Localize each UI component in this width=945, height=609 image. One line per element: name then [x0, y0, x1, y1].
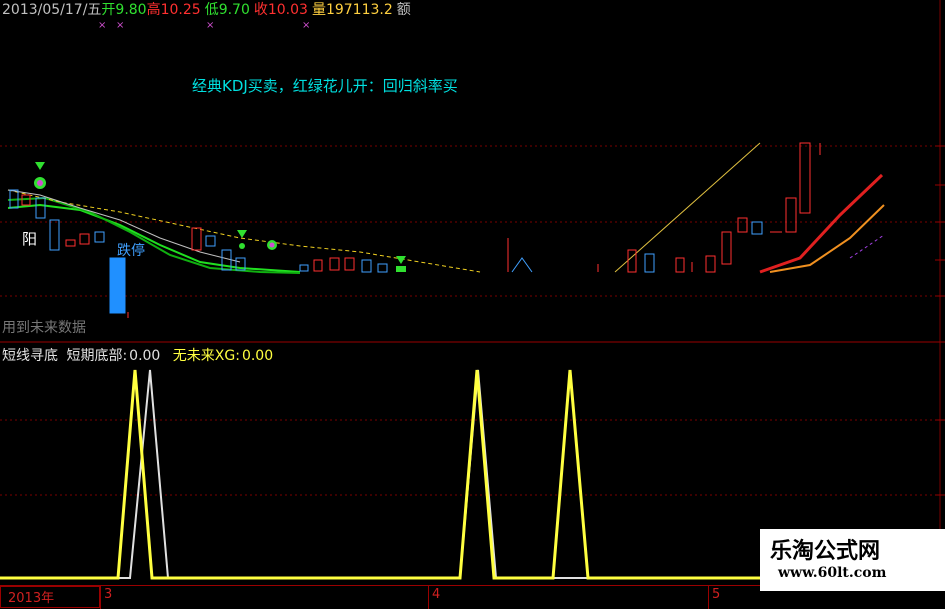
candle — [65, 239, 76, 247]
month-tick-4: 4 — [432, 587, 441, 602]
low-label: 低 — [204, 2, 219, 18]
candle — [329, 257, 340, 271]
down-arrow-icon — [237, 230, 247, 238]
candle — [627, 249, 637, 273]
yang-label: 阳 — [22, 230, 38, 248]
candle — [785, 197, 797, 233]
ma-green-1 — [7, 203, 301, 273]
open-value: 9.80 — [115, 2, 147, 18]
down-arrow-icon — [35, 162, 45, 170]
signal-markers — [34, 162, 406, 272]
candle — [94, 231, 105, 243]
month-tick-3: 3 — [104, 587, 113, 602]
candle — [644, 253, 655, 273]
formula-title: 经典KDJ买卖，红绿花儿开：回归斜率买 — [192, 77, 458, 95]
amount-label: 额 — [396, 2, 411, 18]
candle — [751, 221, 763, 235]
quote-header: 2013/05/17/五开9.80高10.25 低9.70 收10.03 量19711… — [2, 0, 411, 20]
cross-markers: × × × × — [98, 20, 310, 31]
main-grid — [0, 0, 945, 585]
candle — [377, 263, 388, 273]
ma-purple-dashed — [849, 234, 885, 259]
open-label: 开 — [101, 2, 116, 18]
short-bottom-label: 短期底部: — [66, 348, 128, 364]
trend-line-yellow — [614, 142, 761, 273]
quote-date: 2013/05/17/五 — [2, 2, 102, 18]
limit-down-label: 跌停 — [117, 243, 145, 259]
candle — [675, 257, 685, 273]
down-arrow-icon — [396, 256, 406, 264]
svg-text:×: × — [302, 20, 310, 31]
short-bottom-value: 0.00 — [129, 348, 161, 364]
close-value: 10.03 — [267, 2, 308, 18]
sub-indicator-name: 短线寻底 — [2, 348, 58, 364]
limit-down-bar — [109, 257, 126, 314]
candle — [737, 217, 748, 233]
candle — [799, 142, 811, 214]
volume-label: 量 — [311, 2, 326, 18]
svg-text:×: × — [116, 20, 124, 31]
sub-indicator-legend: 短线寻底 短期底部: 0.00 无未来XG: 0.00 — [2, 345, 273, 365]
candle — [49, 219, 60, 251]
low-value: 9.70 — [218, 2, 250, 18]
watermark-url: www.60lt.com — [778, 565, 887, 581]
candle — [35, 197, 46, 219]
candle — [344, 257, 355, 271]
candle — [79, 233, 90, 245]
candle — [313, 259, 323, 272]
close-label: 收 — [253, 2, 268, 18]
candle — [705, 255, 716, 273]
xg-label: 无未来XG: — [172, 348, 240, 364]
volume-value: 197113.2 — [325, 2, 393, 18]
svg-text:×: × — [98, 20, 106, 31]
candle — [299, 264, 309, 272]
month-tick-5: 5 — [712, 587, 721, 602]
future-data-label: 用到未来数据 — [2, 320, 86, 336]
watermark: 乐淘公式网 www.60lt.com — [760, 529, 945, 591]
chart-canvas[interactable]: × × × × — [0, 0, 945, 609]
high-label: 高 — [146, 2, 161, 18]
high-value: 10.25 — [160, 2, 201, 18]
year-label: 2013年 — [8, 591, 55, 606]
candle — [721, 231, 732, 265]
candle — [205, 235, 216, 247]
xg-value: 0.00 — [241, 348, 274, 364]
candle — [191, 227, 202, 251]
svg-text:×: × — [206, 20, 214, 31]
candle — [361, 259, 372, 273]
watermark-title: 乐淘公式网 — [770, 538, 881, 564]
